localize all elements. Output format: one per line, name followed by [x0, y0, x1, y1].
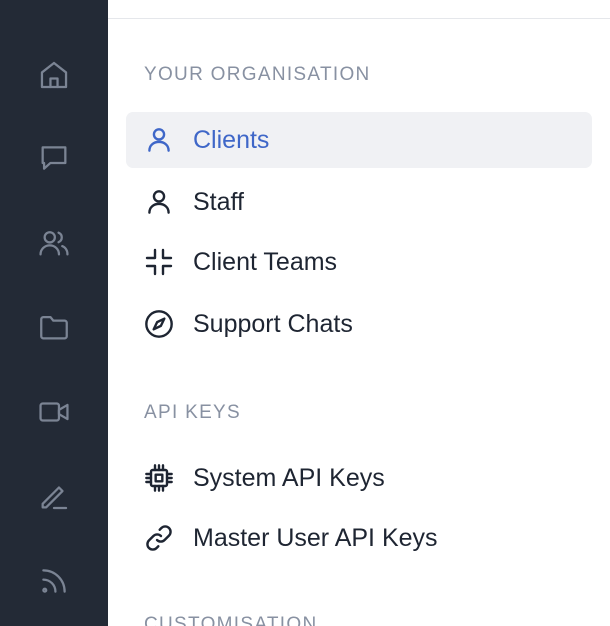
- nav-item-label: Support Chats: [193, 309, 353, 338]
- nav-item-master-user-api-keys[interactable]: Master User API Keys: [126, 510, 592, 566]
- rail-folder-button[interactable]: [31, 304, 77, 350]
- users-icon: [39, 231, 69, 256]
- nav-item-label: System API Keys: [193, 463, 385, 492]
- section-heading-customisation: CUSTOMISATION: [144, 614, 318, 626]
- nav-item-staff[interactable]: Staff: [126, 174, 592, 230]
- nav-item-clients[interactable]: Clients: [126, 112, 592, 168]
- section-heading-organisation: YOUR ORGANISATION: [144, 64, 371, 85]
- top-bar: [108, 0, 610, 19]
- rail-chat-button[interactable]: [31, 135, 77, 181]
- folder-icon: [40, 315, 68, 340]
- nav-item-label: Client Teams: [193, 247, 338, 276]
- link-icon: [146, 525, 172, 551]
- chip-icon: [145, 464, 173, 492]
- app-window: YOUR ORGANISATION Clients Staff Client T…: [0, 0, 610, 626]
- user-icon: [148, 190, 170, 214]
- nav-item-label: Clients: [193, 125, 270, 154]
- settings-panel: YOUR ORGANISATION Clients Staff Client T…: [108, 19, 610, 626]
- rail-pencil-button[interactable]: [31, 473, 77, 519]
- rail-rss-button[interactable]: [31, 558, 77, 604]
- rss-icon: [42, 569, 66, 593]
- user-icon: [148, 128, 170, 152]
- video-icon: [39, 402, 69, 422]
- section-heading-api-keys: API KEYS: [144, 402, 241, 423]
- nav-item-client-teams[interactable]: Client Teams: [126, 234, 592, 290]
- nav-item-support-chats[interactable]: Support Chats: [126, 296, 592, 352]
- icon-rail: [0, 0, 108, 626]
- home-icon: [40, 61, 68, 89]
- collapse-icon: [145, 248, 173, 276]
- nav-item-system-api-keys[interactable]: System API Keys: [126, 450, 592, 506]
- rail-users-button[interactable]: [31, 220, 77, 266]
- chat-icon: [41, 146, 67, 170]
- nav-item-label: Staff: [193, 187, 244, 216]
- pencil-icon: [41, 486, 68, 510]
- rail-video-button[interactable]: [31, 389, 77, 435]
- compass-icon: [145, 310, 173, 338]
- nav-item-label: Master User API Keys: [193, 523, 438, 552]
- rail-home-button[interactable]: [31, 52, 77, 98]
